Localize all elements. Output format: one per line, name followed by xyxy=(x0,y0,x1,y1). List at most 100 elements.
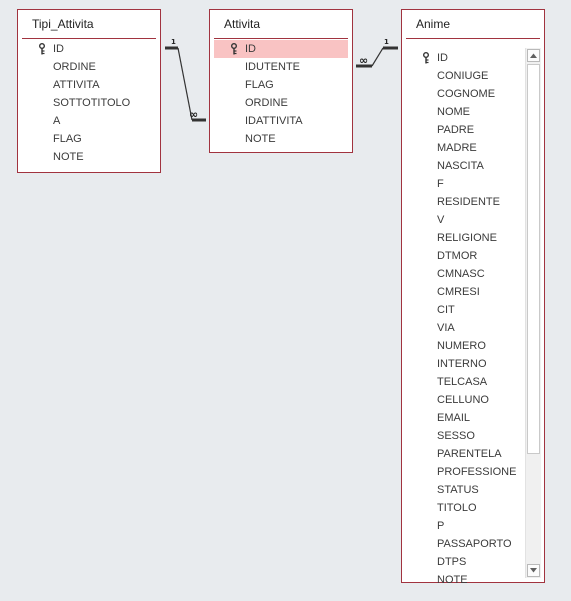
field-row-madre[interactable]: MADRE xyxy=(406,139,524,157)
field-name: CIT xyxy=(437,304,455,316)
field-name: F xyxy=(437,178,444,190)
table-attivita[interactable]: Attivita ID IDUTENTE FLAG ORDINE IDATTIV… xyxy=(209,9,353,153)
field-name: IDUTENTE xyxy=(245,61,300,73)
field-row-padre[interactable]: PADRE xyxy=(406,121,524,139)
field-name: CELLUNO xyxy=(437,394,489,406)
field-name: SESSO xyxy=(437,430,475,442)
field-row-id[interactable]: ID xyxy=(406,49,524,67)
field-row-sesso[interactable]: SESSO xyxy=(406,427,524,445)
field-row-idattivita[interactable]: IDATTIVITA xyxy=(214,112,348,130)
field-row-f[interactable]: F xyxy=(406,175,524,193)
field-name: ORDINE xyxy=(53,61,96,73)
field-row-sottotitolo[interactable]: SOTTOTITOLO xyxy=(22,94,156,112)
field-row-id[interactable]: ID xyxy=(214,40,348,58)
field-name: SOTTOTITOLO xyxy=(53,97,131,109)
field-name: INTERNO xyxy=(437,358,487,370)
title-divider xyxy=(214,38,348,39)
key-icon xyxy=(231,43,237,55)
scroll-up-arrow-icon xyxy=(530,53,537,58)
scroll-down-arrow-icon xyxy=(530,568,537,573)
field-row-cognome[interactable]: COGNOME xyxy=(406,85,524,103)
field-row-nascita[interactable]: NASCITA xyxy=(406,157,524,175)
key-icon xyxy=(423,52,429,64)
rel2-one-label: 1 xyxy=(384,38,389,46)
relationship-attivita-to-anime[interactable]: 1 ∞ xyxy=(356,38,398,68)
field-row-idutente[interactable]: IDUTENTE xyxy=(214,58,348,76)
field-name: STATUS xyxy=(437,484,479,496)
field-row-coniuge[interactable]: CONIUGE xyxy=(406,67,524,85)
field-row-dtps[interactable]: DTPS xyxy=(406,553,524,571)
field-row-note[interactable]: NOTE xyxy=(214,130,348,148)
field-row-passaporto[interactable]: PASSAPORTO xyxy=(406,535,524,553)
field-row-professione[interactable]: PROFESSIONE xyxy=(406,463,524,481)
field-name: NUMERO xyxy=(437,340,486,352)
field-row-cmnasc[interactable]: CMNASC xyxy=(406,265,524,283)
table-title[interactable]: Attivita xyxy=(224,17,260,31)
field-row-flag[interactable]: FLAG xyxy=(22,130,156,148)
field-name: CONIUGE xyxy=(437,70,489,82)
field-name: EMAIL xyxy=(437,412,471,424)
relationship-tipi-attivita-to-attivita[interactable]: 1 ∞ xyxy=(165,38,206,122)
field-row-religione[interactable]: RELIGIONE xyxy=(406,229,524,247)
field-name: NOME xyxy=(437,106,470,118)
field-row-email[interactable]: EMAIL xyxy=(406,409,524,427)
field-name: PASSAPORTO xyxy=(437,538,512,550)
field-name: A xyxy=(53,115,61,127)
field-row-titolo[interactable]: TITOLO xyxy=(406,499,524,517)
field-list: ID ORDINE ATTIVITA SOTTOTITOLO A FLAG NO… xyxy=(22,40,156,166)
field-row-note[interactable]: NOTE xyxy=(406,571,524,589)
table-anime[interactable]: Anime ID CONIUGE COGNOME NOME PADRE MADR… xyxy=(401,9,545,586)
field-name: RELIGIONE xyxy=(437,232,497,244)
field-row-parentela[interactable]: PARENTELA xyxy=(406,445,524,463)
key-icon xyxy=(39,43,45,55)
field-name: TELCASA xyxy=(437,376,488,388)
field-row-nome[interactable]: NOME xyxy=(406,103,524,121)
field-row-telcasa[interactable]: TELCASA xyxy=(406,373,524,391)
rel2-many-label: ∞ xyxy=(359,54,368,67)
field-name: ATTIVITA xyxy=(53,79,100,91)
field-name: IDATTIVITA xyxy=(245,115,303,127)
field-name: PROFESSIONE xyxy=(437,466,517,478)
rel1-many-label: ∞ xyxy=(189,108,198,121)
field-row-numero[interactable]: NUMERO xyxy=(406,337,524,355)
field-row-ordine[interactable]: ORDINE xyxy=(214,94,348,112)
field-name: VIA xyxy=(437,322,455,334)
table-title[interactable]: Tipi_Attivita xyxy=(32,17,94,31)
vertical-scrollbar[interactable] xyxy=(525,48,541,578)
field-row-celluno[interactable]: CELLUNO xyxy=(406,391,524,409)
field-row-dtmor[interactable]: DTMOR xyxy=(406,247,524,265)
field-row-attivita[interactable]: ATTIVITA xyxy=(22,76,156,94)
field-row-note[interactable]: NOTE xyxy=(22,148,156,166)
field-row-flag[interactable]: FLAG xyxy=(214,76,348,94)
field-name: ORDINE xyxy=(245,97,288,109)
field-name: NOTE xyxy=(53,151,84,163)
field-name: P xyxy=(437,520,445,532)
scroll-down-button[interactable] xyxy=(527,564,540,577)
field-row-via[interactable]: VIA xyxy=(406,319,524,337)
field-row-cmresi[interactable]: CMRESI xyxy=(406,283,524,301)
table-title[interactable]: Anime xyxy=(416,17,450,31)
field-row-ordine[interactable]: ORDINE xyxy=(22,58,156,76)
scroll-thumb[interactable] xyxy=(527,64,540,454)
rel1-one-label: 1 xyxy=(171,38,176,46)
field-name: FLAG xyxy=(53,133,82,145)
scroll-up-button[interactable] xyxy=(527,49,540,62)
field-list: ID CONIUGE COGNOME NOME PADRE MADRE NASC… xyxy=(406,49,524,589)
field-row-v[interactable]: V xyxy=(406,211,524,229)
field-name: NOTE xyxy=(245,133,276,145)
field-name: MADRE xyxy=(437,142,477,154)
field-name: PARENTELA xyxy=(437,448,502,460)
field-row-a[interactable]: A xyxy=(22,112,156,130)
field-name: ID xyxy=(245,43,256,55)
field-name: NASCITA xyxy=(437,160,484,172)
title-divider xyxy=(22,38,156,39)
field-row-p[interactable]: P xyxy=(406,517,524,535)
field-row-status[interactable]: STATUS xyxy=(406,481,524,499)
field-row-id[interactable]: ID xyxy=(22,40,156,58)
table-tipi-attivita[interactable]: Tipi_Attivita ID ORDINE ATTIVITA SOTTOTI… xyxy=(17,9,161,173)
field-row-interno[interactable]: INTERNO xyxy=(406,355,524,373)
field-row-cit[interactable]: CIT xyxy=(406,301,524,319)
field-name: COGNOME xyxy=(437,88,496,100)
field-row-residente[interactable]: RESIDENTE xyxy=(406,193,524,211)
field-name: DTPS xyxy=(437,556,467,568)
